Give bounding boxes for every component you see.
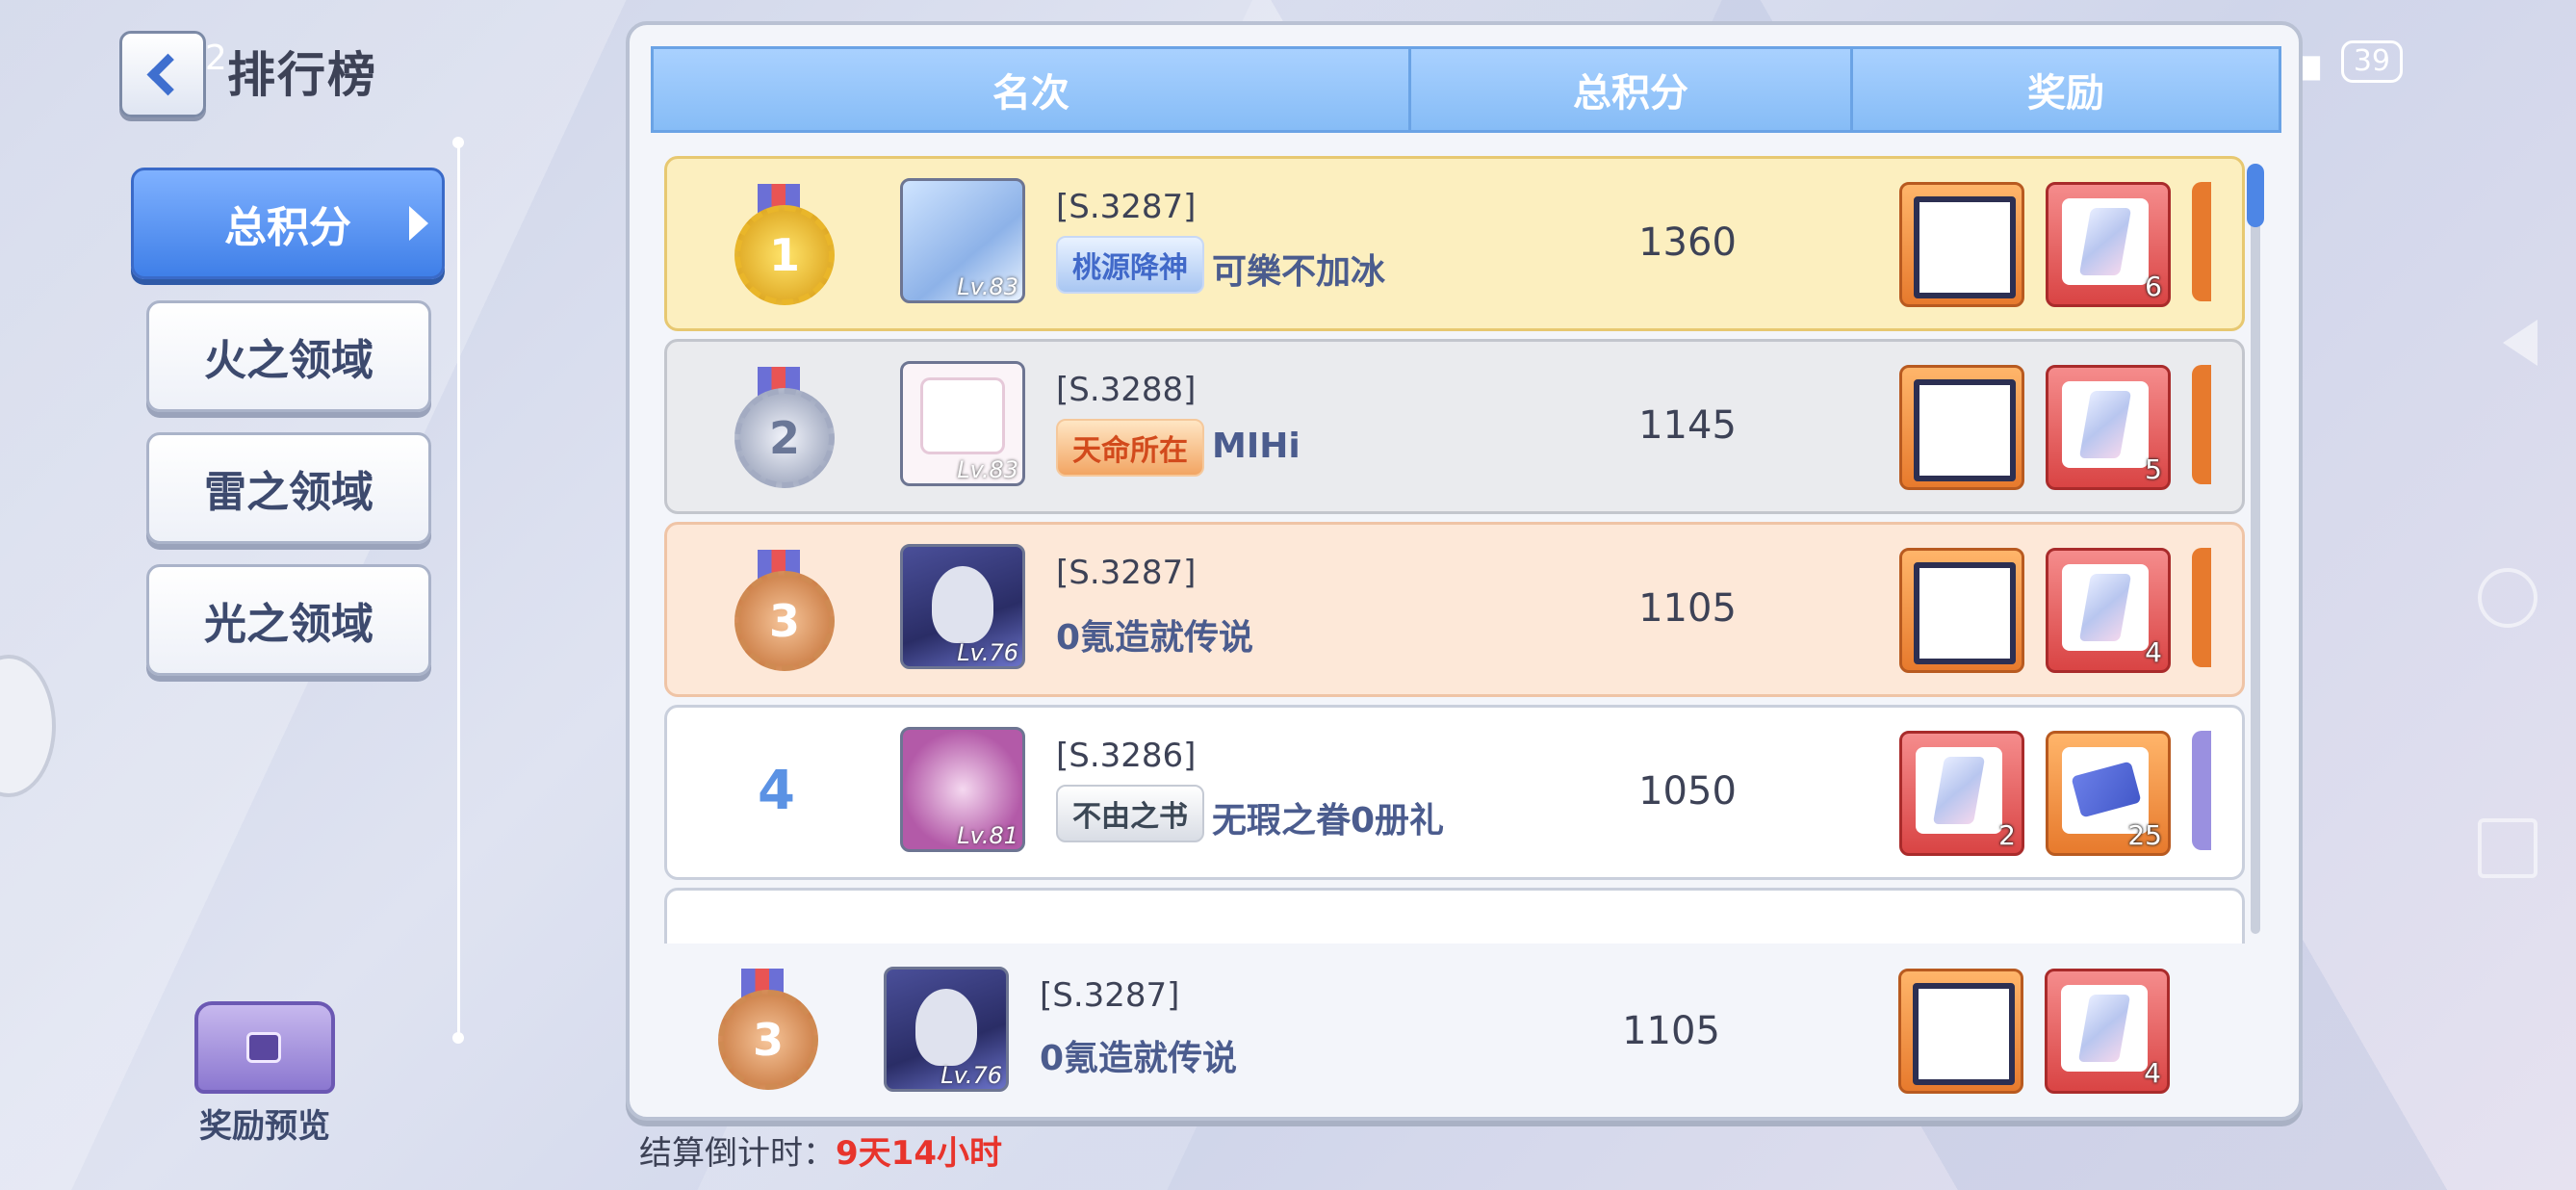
my-rank-row: 3 Lv.76 [S.3287] 0氪造就传说 1105 4 bbox=[651, 949, 2276, 1103]
reward-count: 25 bbox=[2127, 819, 2162, 851]
reward-item-partial[interactable] bbox=[2192, 182, 2211, 301]
tab-fire-domain[interactable]: 火之领域 bbox=[146, 300, 431, 412]
ticket-reward-icon[interactable]: 25 bbox=[2046, 731, 2171, 856]
table-row[interactable] bbox=[664, 888, 2245, 944]
header-score: 总积分 bbox=[1411, 49, 1853, 130]
ranking-panel: 名次 总积分 奖励 1 Lv.83 [S.3287] 桃源降神 可樂不加冰 13… bbox=[626, 21, 2303, 1121]
crystal-reward-icon[interactable]: 5 bbox=[2046, 365, 2171, 490]
level-label: Lv.76 bbox=[940, 1062, 1002, 1089]
back-button[interactable] bbox=[119, 31, 206, 117]
rank-number: 4 bbox=[758, 760, 795, 822]
reward-count: 4 bbox=[2144, 1057, 2161, 1089]
player-name: 无瑕之眷0册礼 bbox=[1212, 801, 1445, 841]
table-row[interactable]: 3 Lv.76 [S.3287] 0氪造就传说 1105 4 bbox=[664, 522, 2245, 697]
reward-count: 2 bbox=[1998, 819, 2016, 851]
reward-item-partial[interactable] bbox=[2192, 548, 2211, 667]
table-row[interactable]: 1 Lv.83 [S.3287] 桃源降神 可樂不加冰 1360 6 bbox=[664, 156, 2245, 331]
title-badge: 天命所在 bbox=[1056, 419, 1204, 477]
score-value: 1050 bbox=[1638, 769, 1737, 814]
nav-home-icon[interactable] bbox=[2478, 568, 2537, 628]
title-badge: 不由之书 bbox=[1056, 785, 1204, 842]
player-name: 0氪造就传说 bbox=[1056, 618, 1254, 658]
level-label: Lv.76 bbox=[957, 639, 1018, 666]
reward-item-partial[interactable] bbox=[2192, 731, 2211, 850]
crystal-reward-icon[interactable]: 4 bbox=[2045, 969, 2170, 1094]
nav-back-icon[interactable] bbox=[2503, 320, 2537, 366]
countdown-value: 9天14小时 bbox=[836, 1134, 1002, 1173]
tab-total-score[interactable]: 总积分 bbox=[131, 168, 445, 279]
scrollbar-thumb[interactable] bbox=[2247, 164, 2264, 227]
header-reward: 奖励 bbox=[2027, 71, 2104, 116]
reward-preview-label: 奖励预览 bbox=[199, 1107, 330, 1146]
header-rank: 名次 bbox=[654, 49, 1411, 130]
avatar[interactable]: Lv.83 bbox=[900, 361, 1025, 486]
tab-label: 光之领域 bbox=[204, 600, 374, 649]
player-name: 可樂不加冰 bbox=[1212, 252, 1386, 292]
arrow-right-icon bbox=[409, 206, 428, 241]
avatar[interactable]: Lv.83 bbox=[900, 178, 1025, 303]
reward-count: 4 bbox=[2145, 636, 2162, 668]
crystal-reward-icon[interactable]: 4 bbox=[2046, 548, 2171, 673]
score-value: 1105 bbox=[1638, 586, 1737, 631]
avatar[interactable]: Lv.76 bbox=[884, 967, 1009, 1092]
avatar[interactable]: Lv.76 bbox=[900, 544, 1025, 669]
tab-label: 火之领域 bbox=[204, 336, 374, 385]
table-row[interactable]: 4 Lv.81 [S.3286] 不由之书 无瑕之眷0册礼 1050 2 25 bbox=[664, 705, 2245, 880]
player-name: 0氪造就传说 bbox=[1040, 1039, 1238, 1078]
avatar[interactable]: Lv.81 bbox=[900, 727, 1025, 852]
server-label: [S.3287] bbox=[1056, 554, 1197, 592]
table-row[interactable]: 2 Lv.83 [S.3288] 天命所在 MIHi 1145 5 bbox=[664, 339, 2245, 514]
bronze-medal-icon: 3 bbox=[714, 969, 818, 1090]
tab-thunder-domain[interactable]: 雷之领域 bbox=[146, 432, 431, 544]
score-value: 1360 bbox=[1638, 220, 1737, 265]
score-value: 1105 bbox=[1622, 1009, 1720, 1053]
bronze-medal-icon: 3 bbox=[731, 550, 835, 671]
tab-light-domain[interactable]: 光之领域 bbox=[146, 564, 431, 676]
chest-icon bbox=[194, 1001, 335, 1094]
tab-label: 雷之领域 bbox=[204, 468, 374, 517]
silver-medal-icon: 2 bbox=[731, 367, 835, 488]
ranking-list[interactable]: 1 Lv.83 [S.3287] 桃源降神 可樂不加冰 1360 6 2 Lv.… bbox=[647, 156, 2280, 944]
battery-indicator: 39 bbox=[2340, 40, 2403, 83]
reward-count: 5 bbox=[2145, 453, 2162, 485]
level-label: Lv.83 bbox=[957, 456, 1018, 483]
server-label: [S.3287] bbox=[1040, 976, 1180, 1015]
crystal-reward-icon[interactable]: 6 bbox=[2046, 182, 2171, 307]
reward-preview-button[interactable]: 奖励预览 bbox=[193, 1001, 337, 1147]
frame-reward-icon[interactable] bbox=[1898, 969, 2023, 1094]
server-label: [S.3287] bbox=[1056, 188, 1197, 226]
tab-label: 总积分 bbox=[224, 203, 351, 252]
gold-medal-icon: 1 bbox=[731, 184, 835, 305]
score-value: 1145 bbox=[1638, 403, 1737, 448]
scrollbar-track[interactable] bbox=[2251, 164, 2260, 934]
countdown-label: 结算倒计时： bbox=[639, 1134, 836, 1173]
frame-reward-icon[interactable] bbox=[1899, 182, 2024, 307]
title-badge: 桃源降神 bbox=[1056, 236, 1204, 294]
countdown: 结算倒计时：9天14小时 bbox=[639, 1126, 1002, 1174]
table-header: 名次 总积分 奖励 bbox=[651, 46, 2281, 133]
player-name: MIHi bbox=[1212, 427, 1301, 466]
server-label: [S.3288] bbox=[1056, 371, 1197, 409]
level-label: Lv.81 bbox=[957, 822, 1018, 849]
reward-item-partial[interactable] bbox=[2192, 365, 2211, 484]
frame-reward-icon[interactable] bbox=[1899, 365, 2024, 490]
crystal-reward-icon[interactable]: 2 bbox=[1899, 731, 2024, 856]
server-label: [S.3286] bbox=[1056, 737, 1197, 775]
reward-count: 6 bbox=[2145, 271, 2162, 302]
level-label: Lv.83 bbox=[957, 273, 1018, 300]
sidebar-divider bbox=[452, 137, 464, 1044]
frame-reward-icon[interactable] bbox=[1899, 548, 2024, 673]
chevron-left-icon bbox=[146, 53, 189, 95]
page-title: 排行榜 bbox=[227, 47, 377, 103]
nav-recent-icon[interactable] bbox=[2478, 818, 2537, 878]
